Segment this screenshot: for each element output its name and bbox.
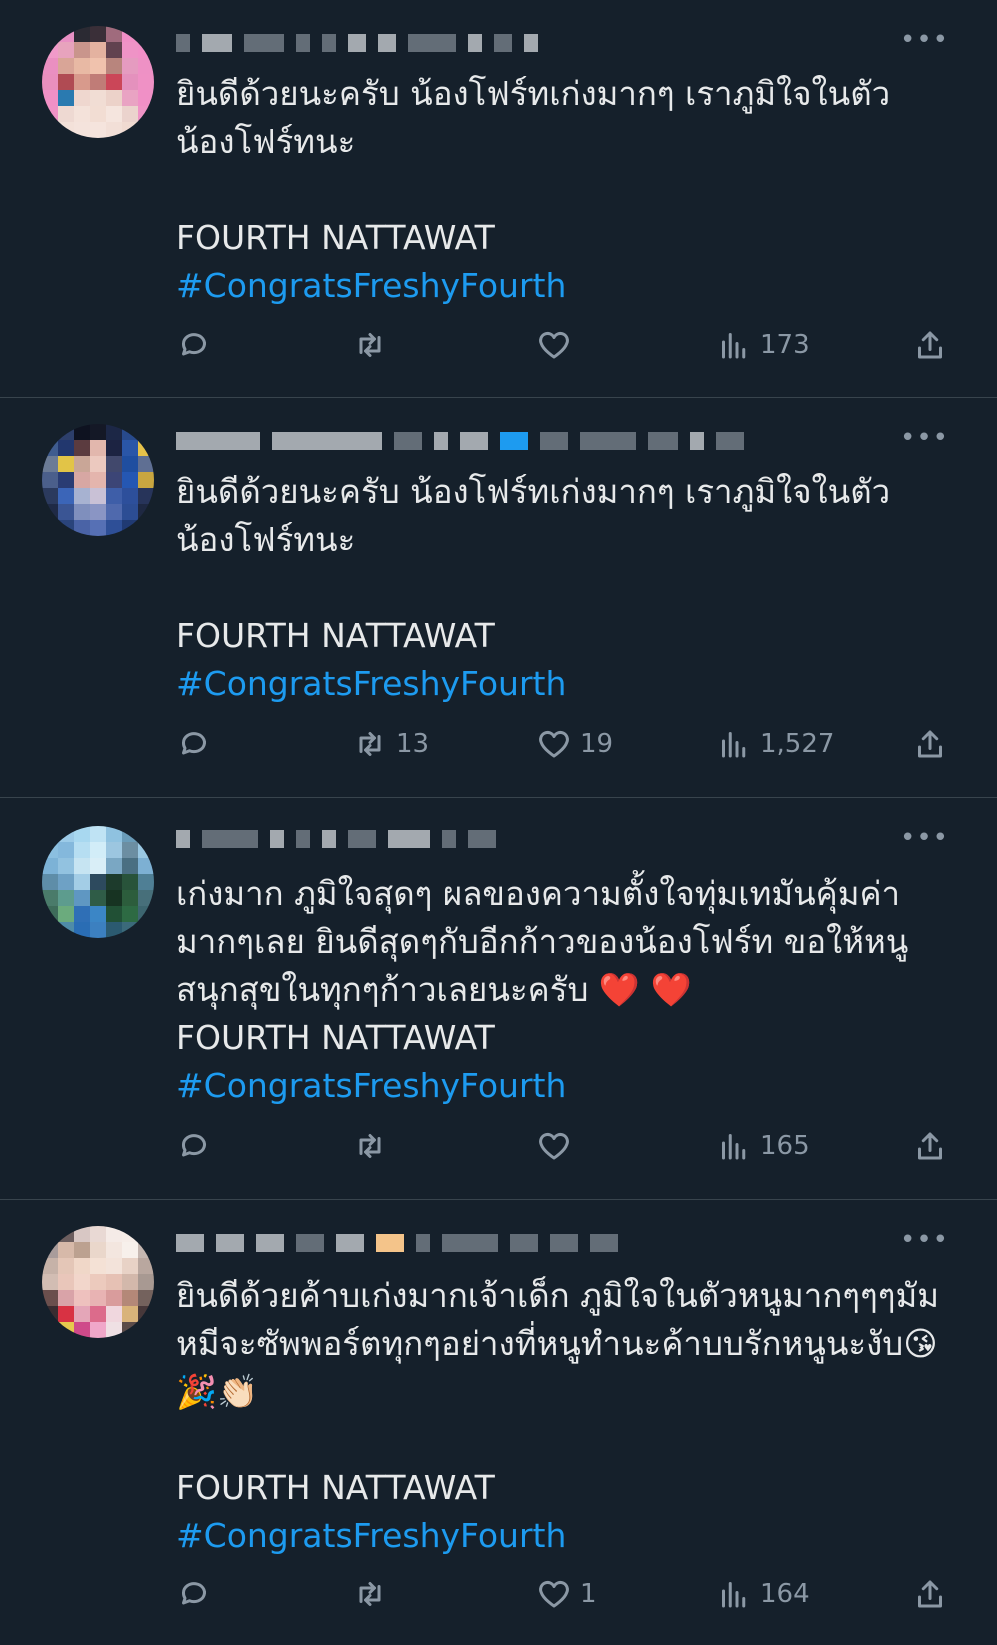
more-options-icon[interactable]: ••• [900,425,949,451]
like-button[interactable] [536,1126,580,1166]
tweet-text: ยินดีด้วยนะครับ น้องโฟร์ทเก่งมากๆ เราภูม… [176,70,946,310]
tweet-text: เก่งมาก ภูมิใจสุดๆ ผลของความตั้งใจทุ่มเท… [176,870,946,1110]
hashtag-link[interactable]: #CongratsFreshyFourth [176,266,566,305]
views-button[interactable]: 164 [716,1574,810,1614]
author-name-redacted[interactable] [176,824,496,854]
share-icon [918,1132,942,1160]
reply-icon [181,732,206,755]
author-name-redacted[interactable] [176,1228,618,1258]
reply-button[interactable] [176,724,220,764]
avatar[interactable] [42,26,154,138]
retweet-button[interactable] [352,1126,396,1166]
reply-icon [181,1134,206,1157]
views-count: 164 [760,1579,810,1609]
author-name-redacted[interactable] [176,426,744,456]
tweet-actions: 173 [176,325,946,365]
tweet[interactable]: ••• เก่งมาก ภูมิใจสุดๆ ผลของความตั้งใจทุ… [0,798,997,1200]
like-button[interactable]: 19 [536,724,613,764]
tweet-body: ยินดีด้วยนะครับ น้องโฟร์ทเก่งมากๆ เราภูม… [176,472,891,655]
views-bar-chart-icon [722,1582,746,1608]
views-bar-chart-icon [722,1134,746,1160]
tweet-actions: 165 [176,1126,946,1166]
retweet-icon [359,1134,381,1158]
tweet-feed: ••• ยินดีด้วยนะครับ น้องโฟร์ทเก่งมากๆ เร… [0,0,997,1645]
tweet-actions: 1 164 [176,1574,946,1614]
tweet[interactable]: ••• ยินดีด้วยนะครับ น้องโฟร์ทเก่งมากๆ เร… [0,0,997,398]
tweet-text: ยินดีด้วยนะครับ น้องโฟร์ทเก่งมากๆ เราภูม… [176,468,946,708]
retweet-count: 13 [396,729,430,759]
more-options-icon[interactable]: ••• [900,1227,949,1253]
heart-icon [539,1132,569,1160]
share-icon [918,1580,942,1608]
share-button[interactable] [912,1574,948,1614]
heart-icon [539,1580,569,1608]
like-button[interactable]: 1 [536,1574,597,1614]
views-bar-chart-icon [722,333,746,359]
reply-button[interactable] [176,325,220,365]
views-button[interactable]: 173 [716,325,810,365]
hashtag-link[interactable]: #CongratsFreshyFourth [176,664,566,703]
retweet-icon [359,333,381,357]
share-button[interactable] [912,325,948,365]
author-name-redacted[interactable] [176,28,538,58]
retweet-button[interactable] [352,325,396,365]
reply-icon [181,333,206,356]
tweet-actions: 13 19 1,527 [176,724,946,764]
retweet-icon [359,1582,381,1606]
views-button[interactable]: 1,527 [716,724,834,764]
share-button[interactable] [912,1126,948,1166]
heart-icon [539,730,569,758]
tweet-text: ยินดีด้วยค้าบเก่งมากเจ้าเด็ก ภูมิใจในตัว… [176,1272,946,1560]
retweet-button[interactable]: 13 [352,724,429,764]
like-count: 19 [580,729,614,759]
reply-button[interactable] [176,1574,220,1614]
retweet-icon [359,732,381,756]
retweet-button[interactable] [352,1574,396,1614]
avatar[interactable] [42,424,154,536]
share-icon [918,331,942,359]
like-count: 1 [580,1579,597,1609]
tweet-body: ยินดีด้วยนะครับ น้องโฟร์ทเก่งมากๆ เราภูม… [176,74,891,257]
views-count: 1,527 [760,729,835,759]
heart-icon [539,331,569,359]
avatar[interactable] [42,826,154,938]
views-count: 173 [760,330,810,360]
hashtag-link[interactable]: #CongratsFreshyFourth [176,1516,566,1555]
views-count: 165 [760,1131,810,1161]
reply-icon [181,1582,206,1605]
tweet-body: เก่งมาก ภูมิใจสุดๆ ผลของความตั้งใจทุ่มเท… [176,874,909,1057]
share-button[interactable] [912,724,948,764]
avatar[interactable] [42,1226,154,1338]
tweet-body: ยินดีด้วยค้าบเก่งมากเจ้าเด็ก ภูมิใจในตัว… [176,1276,939,1507]
tweet[interactable]: ••• ยินดีด้วยค้าบเก่งมากเจ้าเด็ก ภูมิใจใ… [0,1200,997,1645]
share-icon [918,730,942,758]
hashtag-link[interactable]: #CongratsFreshyFourth [176,1066,566,1105]
reply-button[interactable] [176,1126,220,1166]
more-options-icon[interactable]: ••• [900,27,949,53]
more-options-icon[interactable]: ••• [900,825,949,851]
views-bar-chart-icon [722,732,746,758]
tweet[interactable]: ••• ยินดีด้วยนะครับ น้องโฟร์ทเก่งมากๆ เร… [0,398,997,798]
like-button[interactable] [536,325,580,365]
views-button[interactable]: 165 [716,1126,810,1166]
